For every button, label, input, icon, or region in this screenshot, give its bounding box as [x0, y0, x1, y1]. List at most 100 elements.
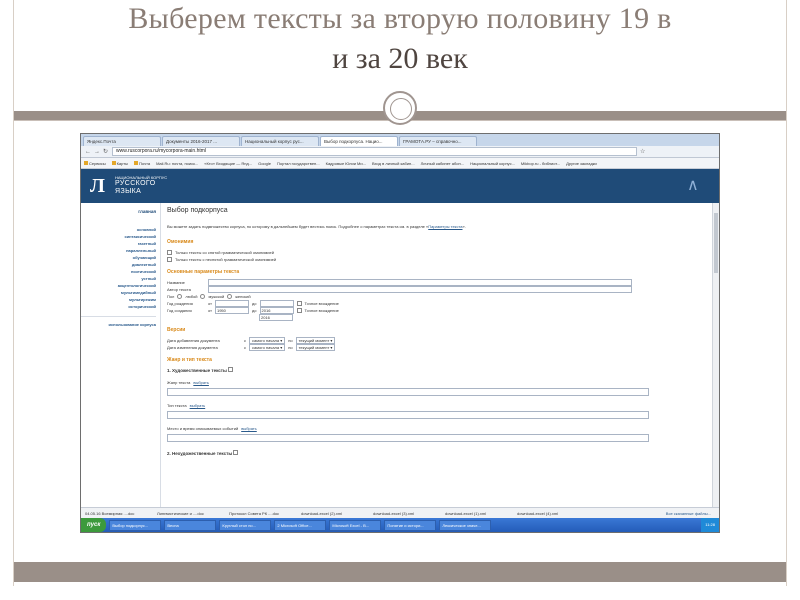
radio-female[interactable] — [227, 294, 233, 299]
bookmark-item[interactable]: Карты — [111, 161, 128, 166]
forward-icon[interactable]: → — [94, 149, 100, 155]
genre-choose-link[interactable]: выбрать — [193, 379, 209, 386]
download-item[interactable]: download-excel (2).xml — [301, 511, 367, 516]
sidebar-item[interactable]: обучающий — [81, 254, 156, 261]
author-input[interactable] — [208, 286, 632, 293]
page-scrollbar[interactable] — [712, 203, 719, 508]
added-to-select[interactable]: текущий момент ▾ — [295, 337, 336, 344]
fiction-heading: 1. Художественные тексты — [167, 367, 713, 373]
birth-from-input[interactable] — [214, 300, 249, 307]
bookmark-item[interactable]: Mail.Ru: почта, поиск... — [156, 161, 198, 166]
select-value: текущий момент — [298, 338, 330, 343]
sidebar-item[interactable]: газетный — [81, 240, 156, 247]
exact-birth-checkbox[interactable] — [296, 301, 302, 306]
slide-title-line-2: и за 20 век — [332, 42, 468, 75]
birth-to-input[interactable] — [259, 300, 294, 307]
created-to-input[interactable]: 2016 — [259, 307, 294, 314]
taskbar-item[interactable]: Выбор подкорпус... — [109, 519, 162, 531]
radio-male[interactable] — [200, 294, 206, 299]
genre-input[interactable] — [167, 388, 649, 396]
nonfiction-checkbox[interactable] — [233, 450, 239, 455]
changed-from-select[interactable]: самого начала ▾ — [249, 344, 286, 351]
sidebar-item-main[interactable]: главная — [81, 209, 156, 214]
browser-tab[interactable]: ГРАМОТА.РУ – справочно... — [399, 136, 477, 146]
gender-male-label: мужской — [208, 294, 225, 299]
bookmark-item[interactable]: Портал государствен... — [277, 161, 320, 166]
checkbox[interactable] — [167, 257, 172, 262]
type-choose-link[interactable]: выбрать — [190, 402, 206, 409]
bookmark-item[interactable]: «Кто» Входящие — Янд... — [204, 161, 252, 166]
homonymy-option-2[interactable]: Только тексты с неснятой грамматической … — [167, 256, 713, 263]
checkbox[interactable] — [167, 250, 172, 255]
type-input[interactable] — [167, 411, 649, 419]
changed-to-select[interactable]: текущий момент ▾ — [295, 344, 336, 351]
row-date-changed: Дата изменения документа с самого начала … — [167, 344, 713, 351]
exact-created-checkbox[interactable] — [296, 308, 302, 313]
nonfiction-heading: 2. Нехудожественные тексты — [167, 450, 713, 456]
birth-year-label: Год рождения — [167, 301, 193, 306]
bookmark-item[interactable]: Вход в личный кабин... — [372, 161, 415, 166]
download-item[interactable]: Протокол Совета РК ....doc — [229, 511, 295, 516]
added-from-select[interactable]: самого начала ▾ — [249, 337, 286, 344]
page-title: Выбор подкорпуса — [167, 207, 228, 214]
bookmark-item[interactable]: Кадровые Юлии Ми... — [326, 161, 366, 166]
sidebar-item[interactable]: диалектный — [81, 261, 156, 268]
start-button[interactable]: пуск — [81, 518, 107, 532]
title-input[interactable] — [208, 279, 632, 286]
taskbar-item[interactable]: Круглый стол по... — [219, 519, 272, 531]
place-choose-link[interactable]: выбрать — [241, 425, 257, 432]
place-input[interactable] — [167, 434, 649, 442]
mail-icon — [133, 161, 138, 166]
exact-created-label: Точное вхождение — [304, 308, 339, 313]
sidebar-item[interactable]: мультимедийный — [81, 289, 156, 296]
sidebar-item[interactable]: устный — [81, 275, 156, 282]
logo-line-2: ЯЗЫКА — [115, 188, 142, 195]
sidebar-item-usage[interactable]: использование корпуса — [81, 321, 157, 328]
browser-tab[interactable]: Яндекс.Почта — [83, 136, 161, 146]
download-item[interactable]: download-excel (1).xml — [445, 511, 511, 516]
bookmark-item[interactable]: Google — [258, 161, 271, 166]
fiction-checkbox[interactable] — [228, 367, 234, 372]
taskbar-item[interactable]: Лексическое значе... — [439, 519, 492, 531]
taskbar-item[interactable]: Microsoft Excel - B... — [329, 519, 382, 531]
star-icon[interactable]: ☆ — [640, 149, 646, 155]
bookmark-item[interactable]: Личный кабинет абон... — [421, 161, 465, 166]
sidebar-item[interactable]: основной — [81, 226, 156, 233]
since-label: с — [244, 345, 246, 350]
homonymy-option-1[interactable]: Только тексты со снятой грамматической о… — [167, 249, 713, 256]
sidebar-item[interactable]: акцентологический — [81, 282, 156, 289]
browser-tab-active[interactable]: Выбор подкорпуса. Нацио... — [320, 136, 398, 146]
reload-icon[interactable]: ↻ — [103, 149, 109, 155]
sidebar-item[interactable]: мультирежим — [81, 296, 156, 303]
taskbar-item[interactable]: Понятие и истори... — [384, 519, 437, 531]
bookmark-item[interactable]: Почта — [133, 161, 150, 166]
browser-tab[interactable]: Национальный корпус рус... — [241, 136, 319, 146]
show-all-downloads-link[interactable]: Все скачанные файлы... — [666, 511, 711, 516]
bookmark-item[interactable]: Национальный корпус... — [470, 161, 515, 166]
sidebar-item[interactable]: исторический — [81, 303, 156, 310]
url-field[interactable]: www.ruscorpora.ru/mycorpora-main.html — [112, 147, 637, 156]
sidebar-item[interactable]: поэтический — [81, 268, 156, 275]
exact-birth-label: Точное вхождение — [304, 301, 339, 306]
bookmark-item[interactable]: Mikbop.ru - библиот... — [521, 161, 560, 166]
bookmark-item[interactable]: Другие закладки — [566, 161, 597, 166]
sidebar-item[interactable]: параллельный — [81, 247, 156, 254]
browser-tab[interactable]: Документы 2016-2017 ... — [162, 136, 240, 146]
created-from-input[interactable]: 1950 — [214, 307, 249, 314]
scroll-thumb[interactable] — [714, 213, 718, 273]
download-item[interactable]: download-excel (3).xml — [373, 511, 439, 516]
bookmark-item[interactable]: Сервисы — [84, 161, 106, 166]
taskbar-item[interactable]: 2 Microsoft Office... — [274, 519, 327, 531]
download-item[interactable]: 04.05.16 Всемирная ....doc — [85, 511, 151, 516]
sidebar-item[interactable]: синтаксический — [81, 233, 156, 240]
download-item[interactable]: Лингвистические и ....doc — [157, 511, 223, 516]
download-item[interactable]: download-excel (4).xml — [517, 511, 583, 516]
ruscorpora-logo-icon[interactable]: Л — [90, 175, 112, 197]
site-logo-text[interactable]: НАЦИОНАЛЬНЫЙ КОРПУС РУССКОГО ЯЗЫКА — [115, 175, 167, 196]
created-extra-field[interactable]: 2016 — [259, 314, 293, 321]
option-label: Только тексты со снятой грамматической о… — [175, 250, 274, 255]
radio-any[interactable] — [177, 294, 183, 299]
back-icon[interactable]: ← — [85, 149, 91, 155]
text-params-link[interactable]: Параметры текста — [428, 224, 462, 229]
taskbar-item[interactable]: Весна — [164, 519, 217, 531]
